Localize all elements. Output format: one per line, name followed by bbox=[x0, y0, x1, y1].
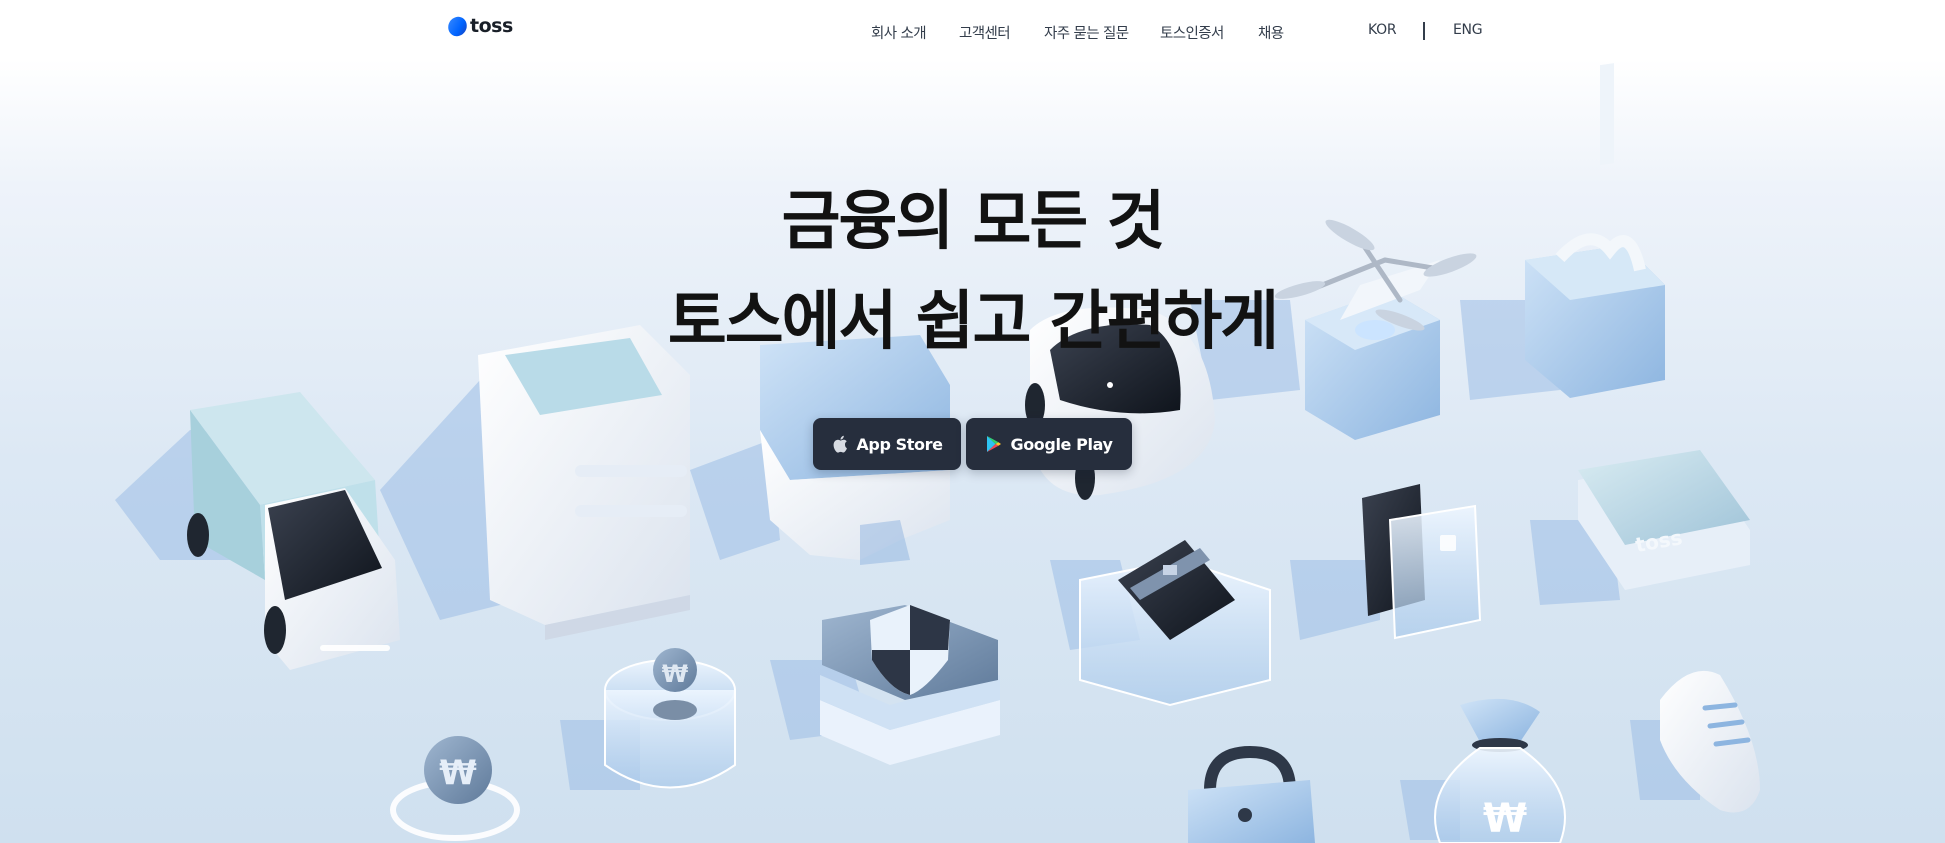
won-symbol-bag: ₩ bbox=[1483, 796, 1527, 842]
coin-icon: ₩ bbox=[390, 736, 520, 841]
google-play-button[interactable]: Google Play bbox=[966, 418, 1132, 470]
apple-icon bbox=[831, 435, 849, 453]
jar-icon: ₩ bbox=[604, 648, 736, 789]
lock-icon bbox=[1188, 745, 1315, 843]
hero-title-line-2: 토스에서 쉽고 간편하게 bbox=[667, 285, 1279, 359]
truck-icon bbox=[187, 392, 400, 670]
hero-title-line-1: 금융의 모든 것 bbox=[781, 185, 1166, 259]
google-play-icon bbox=[985, 435, 1003, 453]
won-symbol-jar: ₩ bbox=[662, 660, 689, 688]
app-store-button[interactable]: App Store bbox=[813, 418, 961, 470]
google-play-label: Google Play bbox=[1010, 434, 1113, 454]
atm-icon bbox=[478, 325, 690, 640]
money-bag-icon: ₩ bbox=[1434, 698, 1566, 843]
app-store-label: App Store bbox=[856, 434, 943, 454]
hero-section: 금융의 모든 것 토스에서 쉽고 간편하게 bbox=[0, 172, 1945, 372]
won-symbol: ₩ bbox=[439, 753, 477, 793]
